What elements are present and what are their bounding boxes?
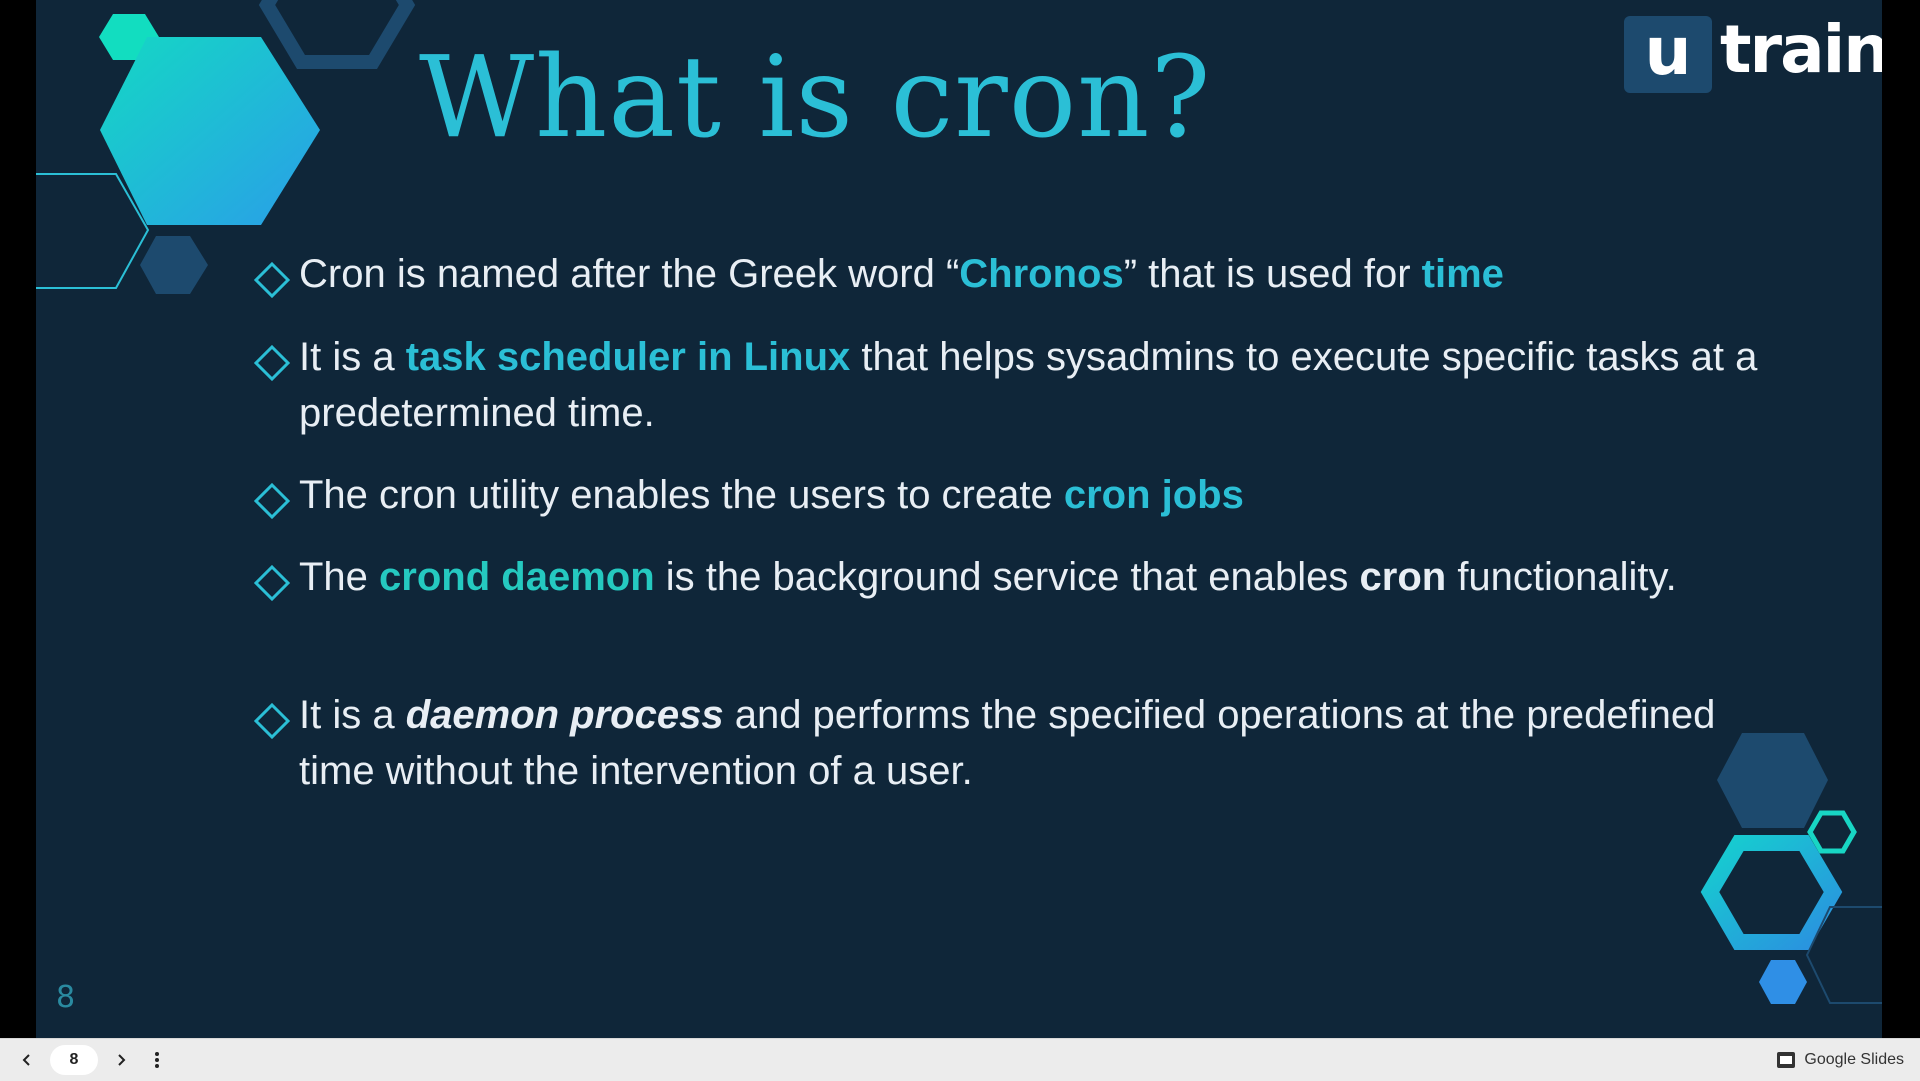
bullet-highlight: crond daemon: [379, 555, 655, 599]
more-vertical-icon: [155, 1052, 159, 1068]
hexagon-shape: [1807, 810, 1857, 854]
bullet-part: is the background service that enables: [654, 555, 1360, 599]
bullet-item: Cron is named after the Greek word “Chro…: [254, 246, 1799, 302]
bullet-bold: cron: [1359, 555, 1447, 599]
google-slides-link[interactable]: Google Slides: [1776, 1039, 1904, 1081]
bullet-part: The cron utility enables the users to cr…: [299, 473, 1064, 517]
bullet-item: The cron utility enables the users to cr…: [254, 467, 1799, 523]
bullet-item: The crond daemon is the background servi…: [254, 549, 1799, 605]
hexagon-shape: [1759, 960, 1807, 1004]
slide-title: What is cron?: [419, 33, 1212, 163]
logo-text: train: [1720, 11, 1882, 88]
bullet-item: It is a task scheduler in Linux that hel…: [254, 329, 1799, 441]
chevron-left-icon: [22, 1054, 30, 1066]
utrain-logo: u train: [1624, 14, 1882, 96]
bullet-highlight: task scheduler in Linux: [405, 335, 851, 379]
bullet-bold-italic: daemon process: [405, 693, 724, 737]
logo-mark: u: [1624, 16, 1712, 93]
diamond-bullet-icon: [254, 345, 290, 381]
slide-number: 8: [56, 980, 76, 1015]
previous-slide-button[interactable]: [10, 1043, 44, 1077]
brand-label: Google Slides: [1804, 1051, 1904, 1068]
diamond-bullet-icon: [254, 565, 290, 601]
bullet-highlight: cron jobs: [1063, 473, 1244, 517]
next-slide-button[interactable]: [104, 1043, 138, 1077]
diamond-bullet-icon: [254, 262, 290, 298]
hexagon-shape: [140, 236, 208, 294]
page-number-field[interactable]: 8: [50, 1045, 98, 1075]
bullet-part: ” that is used for: [1123, 252, 1422, 296]
hexagon-shape: [100, 37, 320, 225]
diamond-bullet-icon: [254, 483, 290, 519]
bullet-part: It is a: [299, 335, 406, 379]
presentation-toolbar: 8 Google Slides: [0, 1038, 1920, 1081]
bullet-item: It is a daemon process and performs the …: [254, 687, 1799, 799]
slides-icon: [1777, 1052, 1796, 1068]
bullet-part: Cron is named after the Greek word “: [299, 252, 960, 296]
bullet-part: functionality.: [1446, 555, 1677, 599]
chevron-right-icon: [118, 1054, 126, 1066]
bullet-highlight: time: [1421, 252, 1504, 296]
bullet-part: The: [299, 555, 380, 599]
diamond-bullet-icon: [254, 703, 290, 739]
more-options-button[interactable]: [140, 1043, 174, 1077]
hexagon-shape: [258, 0, 416, 69]
hexagon-shape: [1700, 835, 1843, 950]
slide-canvas: What is cron? u train Cron is named afte…: [36, 0, 1882, 1038]
bullet-highlight: Chronos: [959, 252, 1124, 296]
bullet-part: It is a: [299, 693, 406, 737]
